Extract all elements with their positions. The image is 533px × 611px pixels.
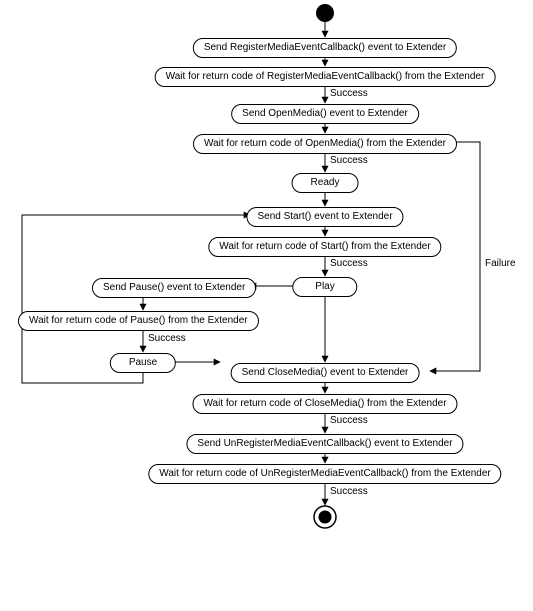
edge-label-success-start: Success [330, 258, 368, 269]
node-close-send: Send CloseMedia() event to Extender [231, 363, 420, 383]
node-unreg-wait: Wait for return code of UnRegisterMediaE… [148, 464, 501, 484]
node-start-wait: Wait for return code of Start() from the… [208, 237, 441, 257]
node-close-wait: Wait for return code of CloseMedia() fro… [192, 394, 457, 414]
initial-state-icon [316, 4, 334, 22]
node-open-send: Send OpenMedia() event to Extender [231, 104, 419, 124]
edge-label-success-register: Success [330, 88, 368, 99]
diagram-connectors [0, 0, 533, 611]
edge-label-success-open: Success [330, 155, 368, 166]
node-open-wait: Wait for return code of OpenMedia() from… [193, 134, 457, 154]
node-pause: Pause [110, 353, 176, 373]
node-pause-send: Send Pause() event to Extender [92, 278, 256, 298]
edge-label-failure: Failure [485, 258, 516, 269]
node-unreg-send: Send UnRegisterMediaEventCallback() even… [186, 434, 463, 454]
node-register-wait: Wait for return code of RegisterMediaEve… [155, 67, 496, 87]
node-start-send: Send Start() event to Extender [246, 207, 403, 227]
node-register-send: Send RegisterMediaEventCallback() event … [193, 38, 457, 58]
node-ready: Ready [292, 173, 359, 193]
edge-label-success-close: Success [330, 415, 368, 426]
edge-label-success-pause: Success [148, 333, 186, 344]
node-play: Play [292, 277, 357, 297]
final-state-icon [314, 506, 336, 528]
node-pause-wait: Wait for return code of Pause() from the… [18, 311, 259, 331]
edge-label-success-unreg: Success [330, 486, 368, 497]
